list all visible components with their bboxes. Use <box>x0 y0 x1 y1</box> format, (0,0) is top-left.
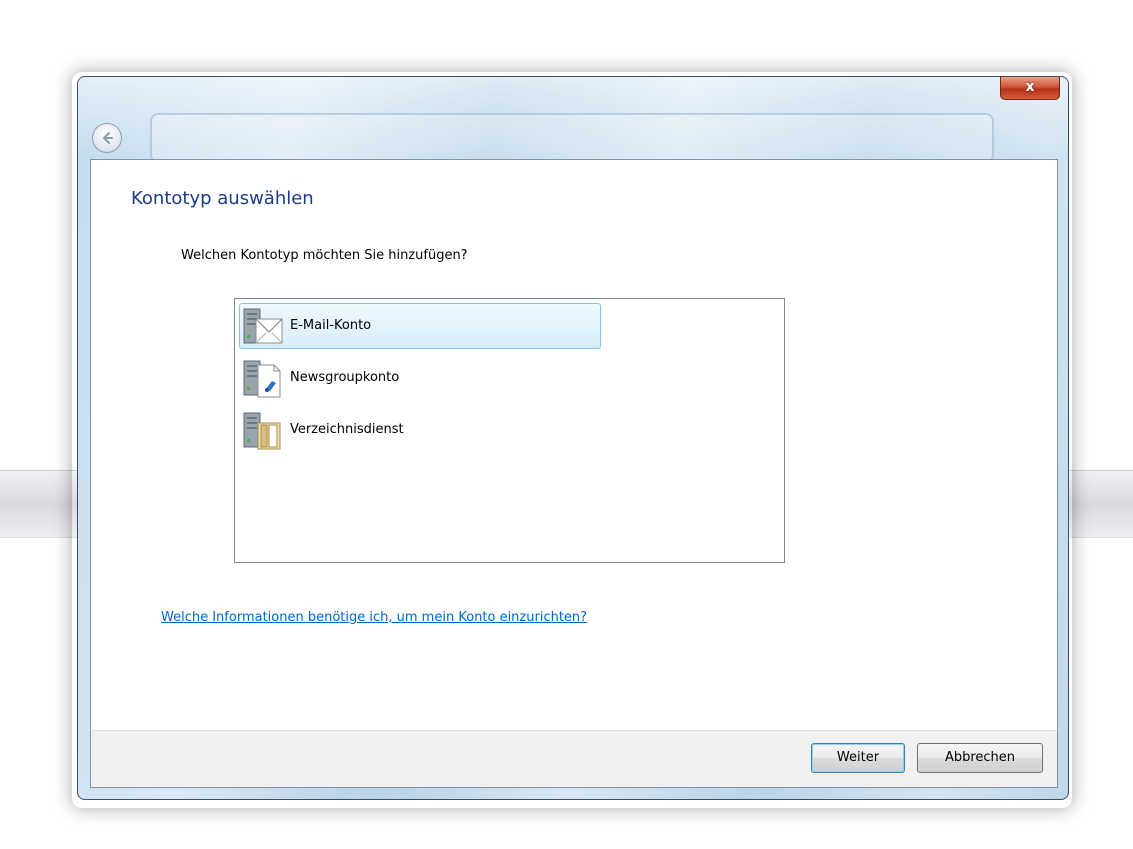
back-button[interactable] <box>92 123 122 153</box>
account-setup-window: x Kontotyp auswählen Welchen Kontotyp mö… <box>77 76 1069 800</box>
close-icon: x <box>1025 79 1035 95</box>
close-button[interactable]: x <box>1000 77 1060 100</box>
list-item-label: E-Mail-Konto <box>290 318 372 333</box>
next-button[interactable]: Weiter <box>811 743 905 773</box>
page-title: Kontotyp auswählen <box>131 188 314 209</box>
back-arrow-icon <box>103 132 113 144</box>
account-info-help-link[interactable]: Welche Informationen benötige ich, um me… <box>161 610 587 625</box>
newsgroup-server-icon <box>243 360 281 398</box>
account-type-list[interactable]: E-Mail-Konto Newsgroupkonto Verzeichnisd… <box>234 298 785 563</box>
list-item-directory-service[interactable]: Verzeichnisdienst <box>239 407 601 453</box>
cancel-button[interactable]: Abbrechen <box>917 743 1043 773</box>
wizard-footer: Weiter Abbrechen <box>90 730 1058 788</box>
list-item-newsgroup-account[interactable]: Newsgroupkonto <box>239 355 601 401</box>
list-item-label: Newsgroupkonto <box>290 370 400 385</box>
list-item-label: Verzeichnisdienst <box>290 422 404 437</box>
list-item-email-account[interactable]: E-Mail-Konto <box>239 303 601 349</box>
email-server-icon <box>243 308 283 344</box>
directory-server-icon <box>243 412 281 450</box>
question-label: Welchen Kontotyp möchten Sie hinzufügen? <box>181 248 468 263</box>
wizard-content: Kontotyp auswählen Welchen Kontotyp möch… <box>90 159 1058 731</box>
address-bar <box>150 113 994 163</box>
